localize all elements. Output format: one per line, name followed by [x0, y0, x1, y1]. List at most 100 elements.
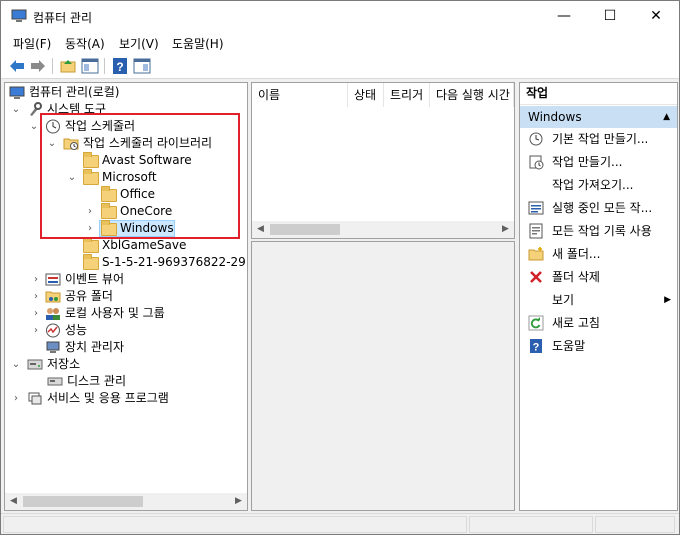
action-refresh[interactable]: 새로 고침 [520, 312, 677, 334]
back-arrow-icon[interactable] [8, 57, 26, 75]
scroll-right-icon[interactable]: ▶ [497, 221, 514, 238]
help-icon: ? [528, 338, 544, 354]
tree-item-xblgamesave[interactable]: XblGameSave [9, 237, 245, 254]
chevron-down-icon[interactable]: ⌄ [11, 101, 21, 118]
tree-label: Avast Software [102, 153, 192, 167]
action-label: 보기 [552, 293, 575, 307]
action-view[interactable]: 보기 ▶ [520, 289, 677, 311]
running-tasks-icon [528, 200, 544, 216]
tree-item-services-apps[interactable]: › 서비스 및 응용 프로그램 [9, 390, 245, 407]
scroll-right-icon[interactable]: ▶ [230, 493, 247, 510]
tree-item-task-scheduler[interactable]: ⌄ 작업 스케줄러 [9, 118, 245, 135]
chevron-down-icon[interactable]: ⌄ [67, 169, 77, 186]
maximize-button[interactable]: ☐ [587, 1, 633, 31]
chevron-right-icon[interactable]: › [31, 305, 41, 322]
create-task-icon [528, 154, 544, 170]
refresh-icon [528, 315, 544, 331]
scroll-left-icon[interactable]: ◀ [5, 493, 22, 510]
tree-item-shared-folders[interactable]: › 공유 폴더 [9, 288, 245, 305]
shared-folder-icon [45, 289, 61, 304]
chevron-right-icon[interactable]: › [11, 390, 21, 407]
task-list-pane: 이름 상태 트리거 다음 실행 시간 ◀ ▶ [251, 82, 515, 239]
chevron-right-icon[interactable]: › [85, 220, 95, 237]
tree-item-office[interactable]: Office [9, 186, 245, 203]
collapse-caret-icon[interactable]: ▲ [663, 106, 670, 128]
computer-management-icon [11, 9, 27, 23]
action-label: 새 폴더... [552, 247, 601, 261]
toolbar: ? [1, 53, 679, 79]
up-folder-icon[interactable] [59, 57, 77, 75]
tree-item-avast[interactable]: Avast Software [9, 152, 245, 169]
folder-icon [83, 169, 99, 185]
tree-item-local-users[interactable]: › 로컬 사용자 및 그룹 [9, 305, 245, 322]
action-create-task[interactable]: 작업 만들기... [520, 151, 677, 173]
action-running-tasks[interactable]: 실행 중인 모든 작... [520, 197, 677, 219]
tree-label: 성능 [65, 323, 88, 337]
list-horizontal-scrollbar[interactable]: ◀ ▶ [252, 221, 514, 238]
tree-item-onecore[interactable]: › OneCore [9, 203, 245, 220]
svg-text:?: ? [116, 60, 123, 74]
tree-item-system-tools[interactable]: ⌄ 시스템 도구 [9, 101, 245, 118]
clock-icon [45, 119, 61, 134]
menu-view[interactable]: 보기(V) [119, 35, 159, 52]
actions-section-windows[interactable]: Windows ▲ [520, 106, 677, 128]
chevron-right-icon[interactable]: › [31, 288, 41, 305]
forward-arrow-icon[interactable] [29, 57, 47, 75]
tree-label: 이벤트 뷰어 [65, 272, 125, 286]
action-import-task[interactable]: 작업 가져오기... [520, 174, 677, 196]
help-icon[interactable]: ? [111, 57, 129, 75]
action-label: 작업 만들기... [552, 155, 623, 169]
menu-file[interactable]: 파일(F) [13, 35, 51, 52]
tree-item-storage[interactable]: ⌄ 저장소 [9, 356, 245, 373]
tree-label: Windows [120, 221, 174, 235]
tree-item-disk-management[interactable]: 디스크 관리 [9, 373, 245, 390]
menu-help[interactable]: 도움말(H) [172, 35, 224, 52]
close-button[interactable]: ✕ [633, 1, 679, 31]
create-basic-task-icon [528, 131, 544, 147]
chevron-down-icon[interactable]: ⌄ [11, 356, 21, 373]
tree-item-performance[interactable]: › 성능 [9, 322, 245, 339]
column-header-name[interactable]: 이름 [252, 83, 348, 107]
actions-pane: 작업 Windows ▲ 기본 작업 만들기... 작업 만들기... 작업 가… [519, 82, 678, 511]
action-create-basic-task[interactable]: 기본 작업 만들기... [520, 128, 677, 150]
show-hide-action-pane-icon[interactable] [133, 57, 151, 75]
column-header-trigger[interactable]: 트리거 [384, 83, 430, 107]
scrollbar-thumb[interactable] [270, 224, 340, 235]
tree-item-sid-folder[interactable]: S-1-5-21-969376822-2915 [9, 254, 247, 271]
chevron-right-icon[interactable]: › [85, 203, 95, 220]
tree-label: 시스템 도구 [47, 102, 107, 116]
section-label: Windows [528, 110, 582, 124]
tree-item-root[interactable]: 컴퓨터 관리(로컬) [9, 84, 245, 101]
action-new-folder[interactable]: 새 폴더... [520, 243, 677, 265]
performance-icon [45, 323, 61, 338]
tree-horizontal-scrollbar[interactable]: ◀ ▶ [5, 493, 247, 510]
action-label: 도움말 [552, 339, 586, 353]
folder-icon [83, 237, 99, 253]
action-help[interactable]: ? 도움말 [520, 335, 677, 357]
disk-icon [47, 374, 63, 389]
scroll-left-icon[interactable]: ◀ [252, 221, 269, 238]
folder-icon [83, 254, 99, 270]
menu-action[interactable]: 동작(A) [65, 35, 105, 52]
column-header-next-run[interactable]: 다음 실행 시간 [430, 83, 514, 107]
tree-label: 작업 스케줄러 라이브러리 [83, 136, 213, 150]
column-header-status[interactable]: 상태 [348, 83, 384, 107]
action-enable-history[interactable]: 모든 작업 기록 사용 [520, 220, 677, 242]
chevron-right-icon[interactable]: › [31, 271, 41, 288]
tree-item-event-viewer[interactable]: › 이벤트 뷰어 [9, 271, 245, 288]
tree-item-microsoft[interactable]: ⌄ Microsoft [9, 169, 245, 186]
minimize-button[interactable]: — [541, 1, 587, 31]
chevron-right-icon[interactable]: › [31, 322, 41, 339]
tree-label: 컴퓨터 관리(로컬) [29, 85, 120, 99]
tree-item-windows[interactable]: › Windows [9, 220, 245, 237]
chevron-down-icon[interactable]: ⌄ [47, 135, 57, 152]
scrollbar-thumb[interactable] [23, 496, 143, 507]
action-label: 실행 중인 모든 작... [552, 201, 653, 215]
action-delete-folder[interactable]: 폴더 삭제 [520, 266, 677, 288]
delete-x-icon [528, 269, 544, 285]
tree-item-task-scheduler-library[interactable]: ⌄ 작업 스케줄러 라이브러리 [9, 135, 245, 152]
show-hide-tree-icon[interactable] [81, 57, 99, 75]
tree-item-device-manager[interactable]: 장치 관리자 [9, 339, 245, 356]
chevron-down-icon[interactable]: ⌄ [29, 118, 39, 135]
status-cell [3, 516, 467, 533]
